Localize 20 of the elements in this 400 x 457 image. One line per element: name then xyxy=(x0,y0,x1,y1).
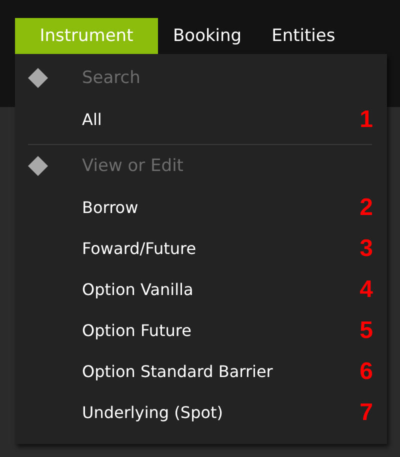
diamond-icon xyxy=(28,156,48,176)
annotation-number: 2 xyxy=(360,194,373,222)
menu-option[interactable]: Borrow xyxy=(82,198,138,217)
menu-item[interactable]: Entities xyxy=(256,18,350,54)
menu-option[interactable]: Option Vanilla xyxy=(82,280,194,299)
menu-option[interactable]: All xyxy=(82,110,102,129)
menu-item[interactable]: Booking xyxy=(158,18,257,54)
annotation-number: 1 xyxy=(360,106,373,134)
annotation-number: 4 xyxy=(360,276,373,304)
section-header: View or Edit xyxy=(82,156,184,176)
menu-option[interactable]: Option Standard Barrier xyxy=(82,362,273,381)
annotation-number: 5 xyxy=(360,316,373,344)
menu-option[interactable]: Underlying (Spot) xyxy=(82,403,224,422)
menu-option[interactable]: Foward/Future xyxy=(82,239,196,258)
annotation-number: 6 xyxy=(360,358,373,386)
annotation-number: 3 xyxy=(360,234,373,262)
menu-option[interactable]: Option Future xyxy=(82,321,192,340)
section-header: Search xyxy=(82,68,140,88)
annotation-number: 7 xyxy=(360,398,373,426)
diamond-icon xyxy=(28,68,48,88)
